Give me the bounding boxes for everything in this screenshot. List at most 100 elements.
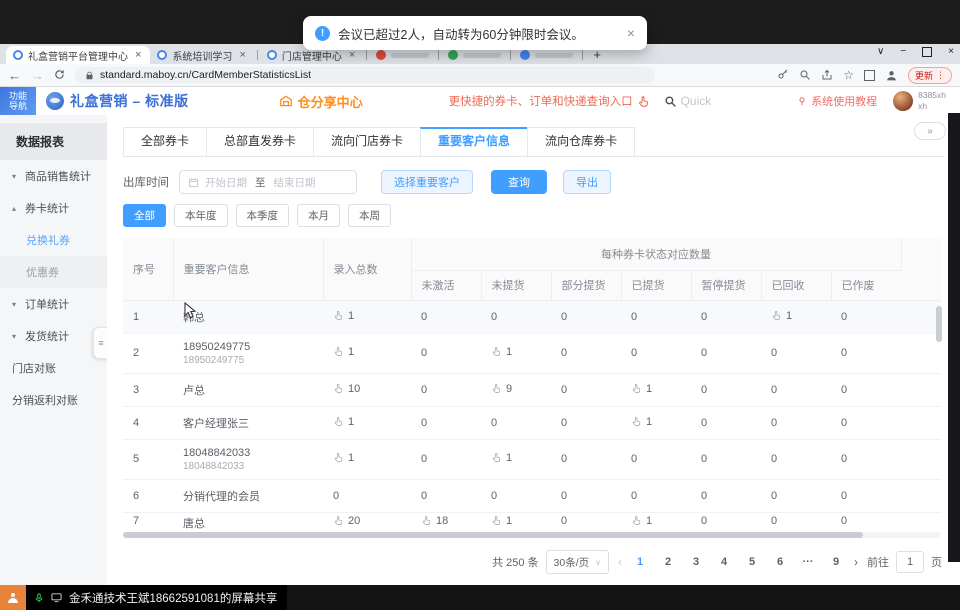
- sidebar-item[interactable]: 门店对账: [0, 352, 107, 384]
- tab-close-icon[interactable]: ×: [133, 49, 143, 61]
- value-text: 0: [561, 490, 567, 502]
- screen-share-icon[interactable]: [50, 592, 63, 603]
- toast-close-icon[interactable]: ×: [627, 25, 635, 41]
- quick-filter-button[interactable]: 本周: [348, 204, 391, 227]
- value-cell[interactable]: 1: [323, 300, 411, 333]
- content-tab[interactable]: 全部券卡: [123, 127, 206, 156]
- goto-label: 前往: [867, 554, 889, 570]
- value-cell[interactable]: 1: [761, 300, 831, 333]
- vertical-scrollbar[interactable]: [936, 306, 942, 342]
- value-cell[interactable]: 18: [411, 512, 481, 530]
- value-cell[interactable]: 1: [621, 512, 691, 530]
- sidebar-item[interactable]: 优惠券: [0, 256, 107, 288]
- page-number[interactable]: 2: [659, 556, 677, 568]
- warehouse-share-center-link[interactable]: 仓分享中心: [279, 92, 363, 111]
- value-cell[interactable]: 1: [621, 373, 691, 406]
- tab-close-icon[interactable]: ×: [237, 49, 247, 61]
- value-cell[interactable]: 20: [323, 512, 411, 530]
- page-number[interactable]: 9: [827, 556, 845, 568]
- date-range-input[interactable]: 开始日期 至 结束日期: [179, 170, 357, 194]
- value-text: 0: [701, 515, 707, 527]
- next-page-icon[interactable]: ›: [852, 555, 860, 569]
- sidebar-item[interactable]: ▴券卡统计: [0, 192, 107, 224]
- pointer-link-icon: [491, 383, 502, 397]
- sidebar-item[interactable]: ▾订单统计: [0, 288, 107, 320]
- sidebar-collapse-handle[interactable]: ≡: [93, 327, 108, 359]
- value-cell: 0: [621, 333, 691, 373]
- browser-tab[interactable]: 系统培训学习×: [150, 46, 254, 64]
- value-text: 1: [348, 310, 354, 322]
- col-header-status: 已回收: [761, 270, 831, 300]
- goto-page-input[interactable]: 1: [896, 551, 924, 573]
- sidebar-item[interactable]: 分销返利对账: [0, 384, 107, 416]
- side-panel-icon[interactable]: [864, 70, 875, 81]
- page-number[interactable]: 1: [631, 556, 649, 568]
- value-text: 0: [561, 515, 567, 527]
- select-important-customer-button[interactable]: 选择重要客户: [381, 170, 473, 194]
- quick-filter-button[interactable]: 本年度: [174, 204, 228, 227]
- browser-menu-dots-icon[interactable]: ⋮: [936, 70, 945, 81]
- browser-update-button[interactable]: 更新 ⋮: [908, 67, 952, 84]
- col-header-status: 部分提货: [551, 270, 621, 300]
- horizontal-scroll-thumb[interactable]: [123, 532, 863, 538]
- window-close-icon[interactable]: ×: [948, 46, 954, 57]
- value-cell[interactable]: 1: [323, 406, 411, 439]
- quick-filter-button[interactable]: 全部: [123, 204, 166, 227]
- value-cell[interactable]: 1: [481, 439, 551, 479]
- sidebar-item[interactable]: ▾发货统计: [0, 320, 107, 352]
- quick-filter-button[interactable]: 本月: [297, 204, 340, 227]
- browser-tab[interactable]: 礼盒营销平台管理中心×: [6, 46, 150, 64]
- export-button[interactable]: 导出: [563, 170, 611, 194]
- panel-collapse-button[interactable]: »: [914, 122, 946, 140]
- value-cell[interactable]: 9: [481, 373, 551, 406]
- value-cell[interactable]: 1: [323, 439, 411, 479]
- share-user-icon[interactable]: [0, 585, 26, 610]
- page-number[interactable]: 5: [743, 556, 761, 568]
- quick-search[interactable]: Quick: [664, 94, 712, 108]
- value-cell[interactable]: 10: [323, 373, 411, 406]
- quick-entry-text[interactable]: 更快捷的券卡、订单和快递查询入口: [449, 93, 650, 109]
- function-nav-toggle[interactable]: 功能导航: [0, 87, 36, 115]
- search-button[interactable]: 查询: [491, 170, 547, 194]
- profile-icon[interactable]: [885, 69, 898, 82]
- filler-cell: [901, 439, 941, 479]
- microphone-icon[interactable]: [34, 592, 44, 604]
- bookmark-star-icon[interactable]: ☆: [843, 68, 854, 82]
- value-text: 0: [631, 347, 637, 359]
- forward-icon[interactable]: →: [31, 69, 44, 82]
- value-cell[interactable]: 1: [481, 512, 551, 530]
- system-tutorial-link[interactable]: 系统使用教程: [797, 93, 877, 109]
- password-key-icon[interactable]: [777, 69, 789, 81]
- value-cell[interactable]: 1: [323, 333, 411, 373]
- prev-page-icon[interactable]: ‹: [616, 555, 624, 569]
- content-tab[interactable]: 重要客户信息: [420, 127, 527, 156]
- quick-filter-button[interactable]: 本季度: [236, 204, 290, 227]
- page-number[interactable]: 6: [771, 556, 789, 568]
- page-number[interactable]: 4: [715, 556, 733, 568]
- reload-icon[interactable]: [54, 69, 65, 82]
- value-cell[interactable]: 1: [481, 333, 551, 373]
- zoom-icon[interactable]: [799, 69, 811, 81]
- page-size-select[interactable]: 30条/页 ∨: [546, 550, 609, 574]
- horizontal-scrollbar[interactable]: [123, 532, 941, 538]
- value-text: 0: [771, 347, 777, 359]
- quick-filters: 全部本年度本季度本月本周: [123, 204, 944, 227]
- window-maximize-icon[interactable]: [922, 47, 932, 57]
- page-number[interactable]: 3: [687, 556, 705, 568]
- back-icon[interactable]: ←: [8, 69, 21, 82]
- content-tab[interactable]: 流向门店券卡: [313, 127, 420, 156]
- user-account[interactable]: 8385xh xh: [893, 90, 946, 111]
- content-tab[interactable]: 流向仓库券卡: [527, 127, 635, 156]
- window-menu-icon[interactable]: ∨: [877, 46, 884, 57]
- value-cell[interactable]: 1: [621, 406, 691, 439]
- pointer-link-icon: [333, 310, 344, 324]
- value-cell: 0: [551, 406, 621, 439]
- address-bar[interactable]: standard.maboy.cn/CardMemberStatisticsLi…: [75, 67, 655, 83]
- sidebar-item[interactable]: 兑换礼券: [0, 224, 107, 256]
- value-text: 18: [436, 515, 448, 527]
- share-icon[interactable]: [821, 69, 833, 81]
- sidebar-item[interactable]: ▾商品销售统计: [0, 160, 107, 192]
- window-minimize-icon[interactable]: −: [900, 46, 906, 57]
- tab-close-icon[interactable]: ×: [347, 49, 357, 61]
- content-tab[interactable]: 总部直发券卡: [206, 127, 313, 156]
